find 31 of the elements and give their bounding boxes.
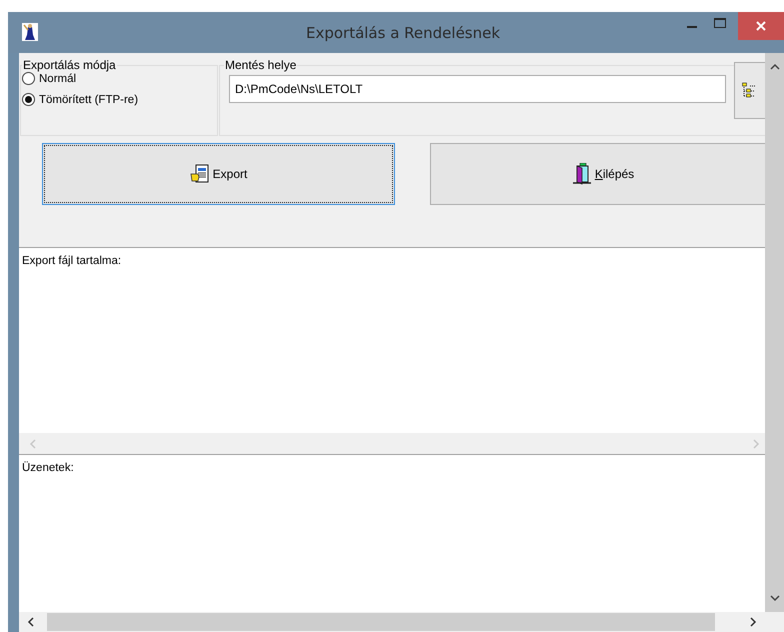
scroll-left-icon[interactable] [27, 617, 35, 627]
folder-tree-icon [742, 82, 756, 100]
radio-button[interactable] [22, 93, 35, 106]
path-field[interactable]: D:\PmCode\Ns\LETOLT [229, 75, 726, 103]
group-label: Mentés helye [224, 58, 298, 72]
document-icon [190, 164, 210, 184]
memo-label: Üzenetek: [21, 460, 75, 474]
maximize-icon [714, 18, 726, 28]
radio-button[interactable] [22, 72, 35, 85]
app-icon [22, 22, 38, 40]
group-label: Exportálás módja [22, 58, 117, 72]
radio-label: Tömörített (FTP-re) [39, 94, 138, 106]
export-content-area[interactable]: Export fájl tartalma: [19, 248, 765, 455]
action-button[interactable]: Kilépés [430, 143, 765, 205]
action-button[interactable]: Export [42, 143, 395, 205]
window-title: Exportálás a Rendelésnek [304, 24, 502, 42]
radio-option[interactable]: Tömörített (FTP-re) [22, 93, 211, 106]
scroll-up-icon[interactable] [770, 63, 780, 71]
door-icon [572, 163, 592, 185]
vertical-scrollbar[interactable] [765, 53, 784, 612]
close-icon [756, 21, 766, 31]
close-button[interactable] [738, 12, 784, 40]
memo-label: Export fájl tartalma: [21, 254, 122, 267]
scroll-down-icon[interactable] [770, 594, 780, 602]
browse-button[interactable] [734, 62, 765, 119]
minimize-icon [687, 26, 697, 28]
radio-option[interactable]: Normál [22, 72, 211, 85]
radio-label: Normál [39, 72, 76, 84]
access-key-underline: K [594, 167, 603, 181]
messages-area[interactable]: Üzenetek: [19, 455, 765, 612]
scroll-right-icon[interactable] [749, 617, 757, 627]
